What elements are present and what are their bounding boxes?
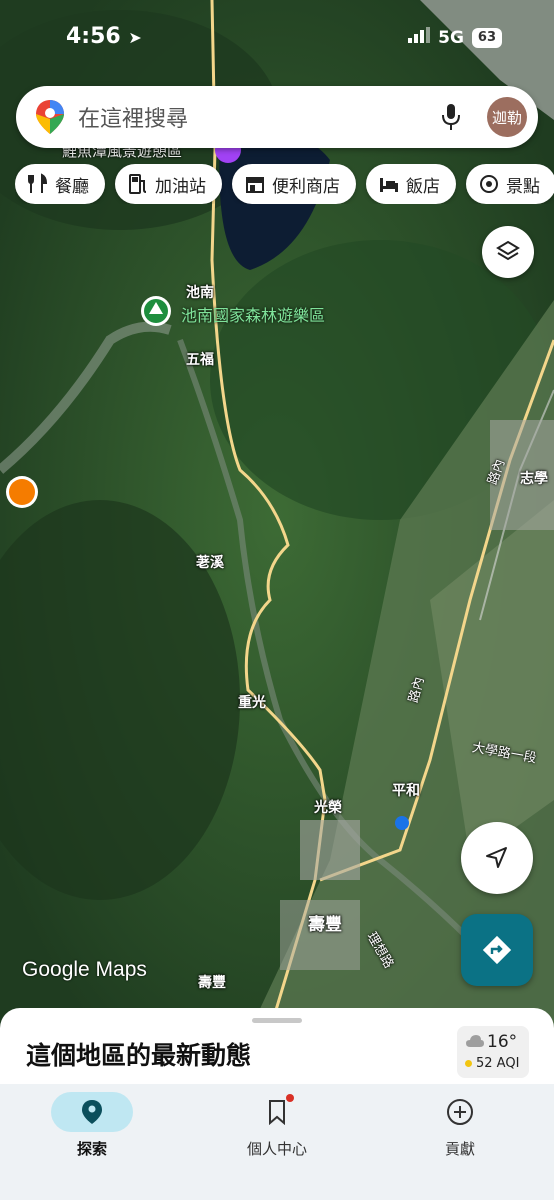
- nav-icon-container: [236, 1092, 318, 1132]
- sheet-title: 這個地區的最新動態: [26, 1041, 252, 1070]
- directions-button[interactable]: [461, 914, 533, 986]
- category-chips: 餐廳 加油站 便利商店 飯店 景點: [15, 164, 554, 204]
- status-indicators: 5G 63: [408, 27, 502, 48]
- nav-contribute[interactable]: 貢獻: [380, 1092, 540, 1159]
- nav-saved[interactable]: 個人中心: [197, 1092, 357, 1159]
- chip-label: 加油站: [155, 176, 206, 197]
- contribute-plus-icon: [447, 1099, 473, 1125]
- notification-dot: [286, 1094, 294, 1102]
- cloud-icon: [465, 1034, 485, 1052]
- search-input[interactable]: 在這裡搜尋: [78, 101, 433, 133]
- status-time: 4:56 ➤: [66, 24, 142, 49]
- status-time-text: 4:56: [66, 24, 121, 49]
- map-label-chinan[interactable]: 池南: [186, 282, 214, 302]
- aqi-value: 52 AQI: [476, 1056, 520, 1071]
- nav-icon-container: [51, 1092, 133, 1132]
- nav-icon-container: [419, 1092, 501, 1132]
- nav-explore[interactable]: 探索: [12, 1092, 172, 1159]
- map-label-zhixue[interactable]: 志學: [520, 468, 548, 488]
- convenience-store-icon: [246, 177, 264, 193]
- battery-icon: 63: [471, 27, 502, 48]
- chip-attraction[interactable]: 景點: [466, 164, 554, 204]
- search-bar[interactable]: 在這裡搜尋 迦勒: [16, 86, 538, 148]
- weather-card[interactable]: 16° 52 AQI: [457, 1026, 529, 1078]
- aqi-dot-icon: [465, 1060, 472, 1067]
- my-location-button[interactable]: [461, 822, 533, 894]
- chip-label: 景點: [506, 176, 540, 197]
- attraction-icon: [480, 175, 498, 193]
- map-label-chongguang[interactable]: 重光: [238, 692, 266, 712]
- status-bar: 4:56 ➤ 5G 63: [0, 18, 554, 58]
- chip-restaurant[interactable]: 餐廳: [15, 164, 105, 204]
- nav-label: 貢獻: [444, 1140, 475, 1158]
- weather-temp: 16°: [487, 1032, 518, 1052]
- chip-label: 便利商店: [272, 176, 340, 197]
- map-label-wufu[interactable]: 五福: [186, 349, 214, 369]
- saved-bookmark-icon: [269, 1100, 285, 1125]
- google-maps-logo: Google Maps: [22, 958, 147, 981]
- layers-button[interactable]: [482, 226, 534, 278]
- signal-icon: [408, 27, 431, 48]
- navigation-arrow-icon: [486, 847, 507, 868]
- chip-hotel[interactable]: 飯店: [366, 164, 456, 204]
- map-label-pinghe[interactable]: 平和: [392, 780, 420, 800]
- google-maps-pin-icon: [34, 99, 66, 135]
- sheet-drag-handle[interactable]: [252, 1018, 302, 1023]
- aqi-row: 52 AQI: [465, 1056, 519, 1071]
- layers-icon: [496, 240, 520, 261]
- microphone-icon[interactable]: [433, 99, 469, 135]
- map-label-shoufeng[interactable]: 壽豐: [308, 910, 342, 935]
- restaurant-icon: [28, 173, 48, 193]
- explore-pin-icon: [82, 1100, 102, 1124]
- network-type: 5G: [438, 27, 464, 48]
- hotel-icon: [380, 178, 398, 192]
- gas-station-icon: [129, 174, 147, 194]
- chip-convenience-store[interactable]: 便利商店: [232, 164, 356, 204]
- directions-icon: [482, 935, 512, 965]
- chip-label: 飯店: [406, 176, 440, 197]
- bottom-navigation: 探索 個人中心 貢獻: [0, 1084, 554, 1200]
- chip-gas-station[interactable]: 加油站: [115, 164, 222, 204]
- avatar[interactable]: 迦勒: [487, 97, 527, 137]
- bottom-sheet[interactable]: 這個地區的最新動態 16° 52 AQI: [0, 1008, 554, 1088]
- location-arrow-icon: ➤: [128, 28, 142, 47]
- chip-label: 餐廳: [55, 176, 89, 197]
- map-label-chinan-forest[interactable]: 池南國家森林遊樂區: [181, 302, 325, 326]
- map-label-laoxi[interactable]: 荖溪: [196, 552, 224, 572]
- map-label-guangrong[interactable]: 光榮: [314, 797, 342, 817]
- nav-label: 探索: [76, 1140, 107, 1158]
- map-label-shoufeng-small[interactable]: 壽豐: [198, 972, 226, 992]
- nav-label: 個人中心: [246, 1140, 307, 1158]
